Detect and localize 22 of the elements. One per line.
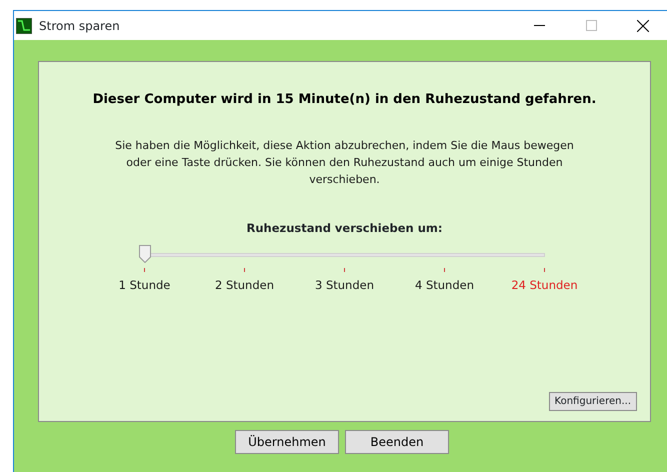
tick-mark xyxy=(444,268,445,272)
tick-mark xyxy=(144,268,145,272)
slider-thumb[interactable] xyxy=(138,244,150,263)
tick-mark xyxy=(344,268,345,272)
close-icon[interactable] xyxy=(637,20,649,32)
tick-label: 2 Stunden xyxy=(214,276,274,294)
dialog-button[interactable]: Beenden xyxy=(345,430,449,454)
app-icon xyxy=(16,18,32,34)
configure-button[interactable]: Konfigurieren... xyxy=(548,392,637,411)
tick-label: 4 Stunden xyxy=(414,276,474,294)
slider-label: Ruhezustand verschieben um: xyxy=(246,220,442,236)
minimize-icon[interactable] xyxy=(534,24,544,26)
description: Sie haben die Möglichkeit, diese Aktion abzubrechen, indem Sie die Maus bewegen oder eine Taste drücken. Sie können den Ruhezustand auch um einige Stunden verschieben. xyxy=(114,138,575,188)
tick-mark xyxy=(544,268,545,272)
tick-label: 24 Stunden xyxy=(511,276,578,294)
tick-label: 1 Stunde xyxy=(118,276,170,294)
window-title: Strom sparen xyxy=(39,18,120,34)
heading: Dieser Computer wird in 15 Minute(n) in den Ruhezustand gefahren. xyxy=(92,91,596,109)
tick-label: 3 Stunden xyxy=(314,276,374,294)
maximize-icon[interactable] xyxy=(586,20,596,31)
tick-mark xyxy=(244,268,245,272)
dialog-button[interactable]: Übernehmen xyxy=(235,430,339,454)
